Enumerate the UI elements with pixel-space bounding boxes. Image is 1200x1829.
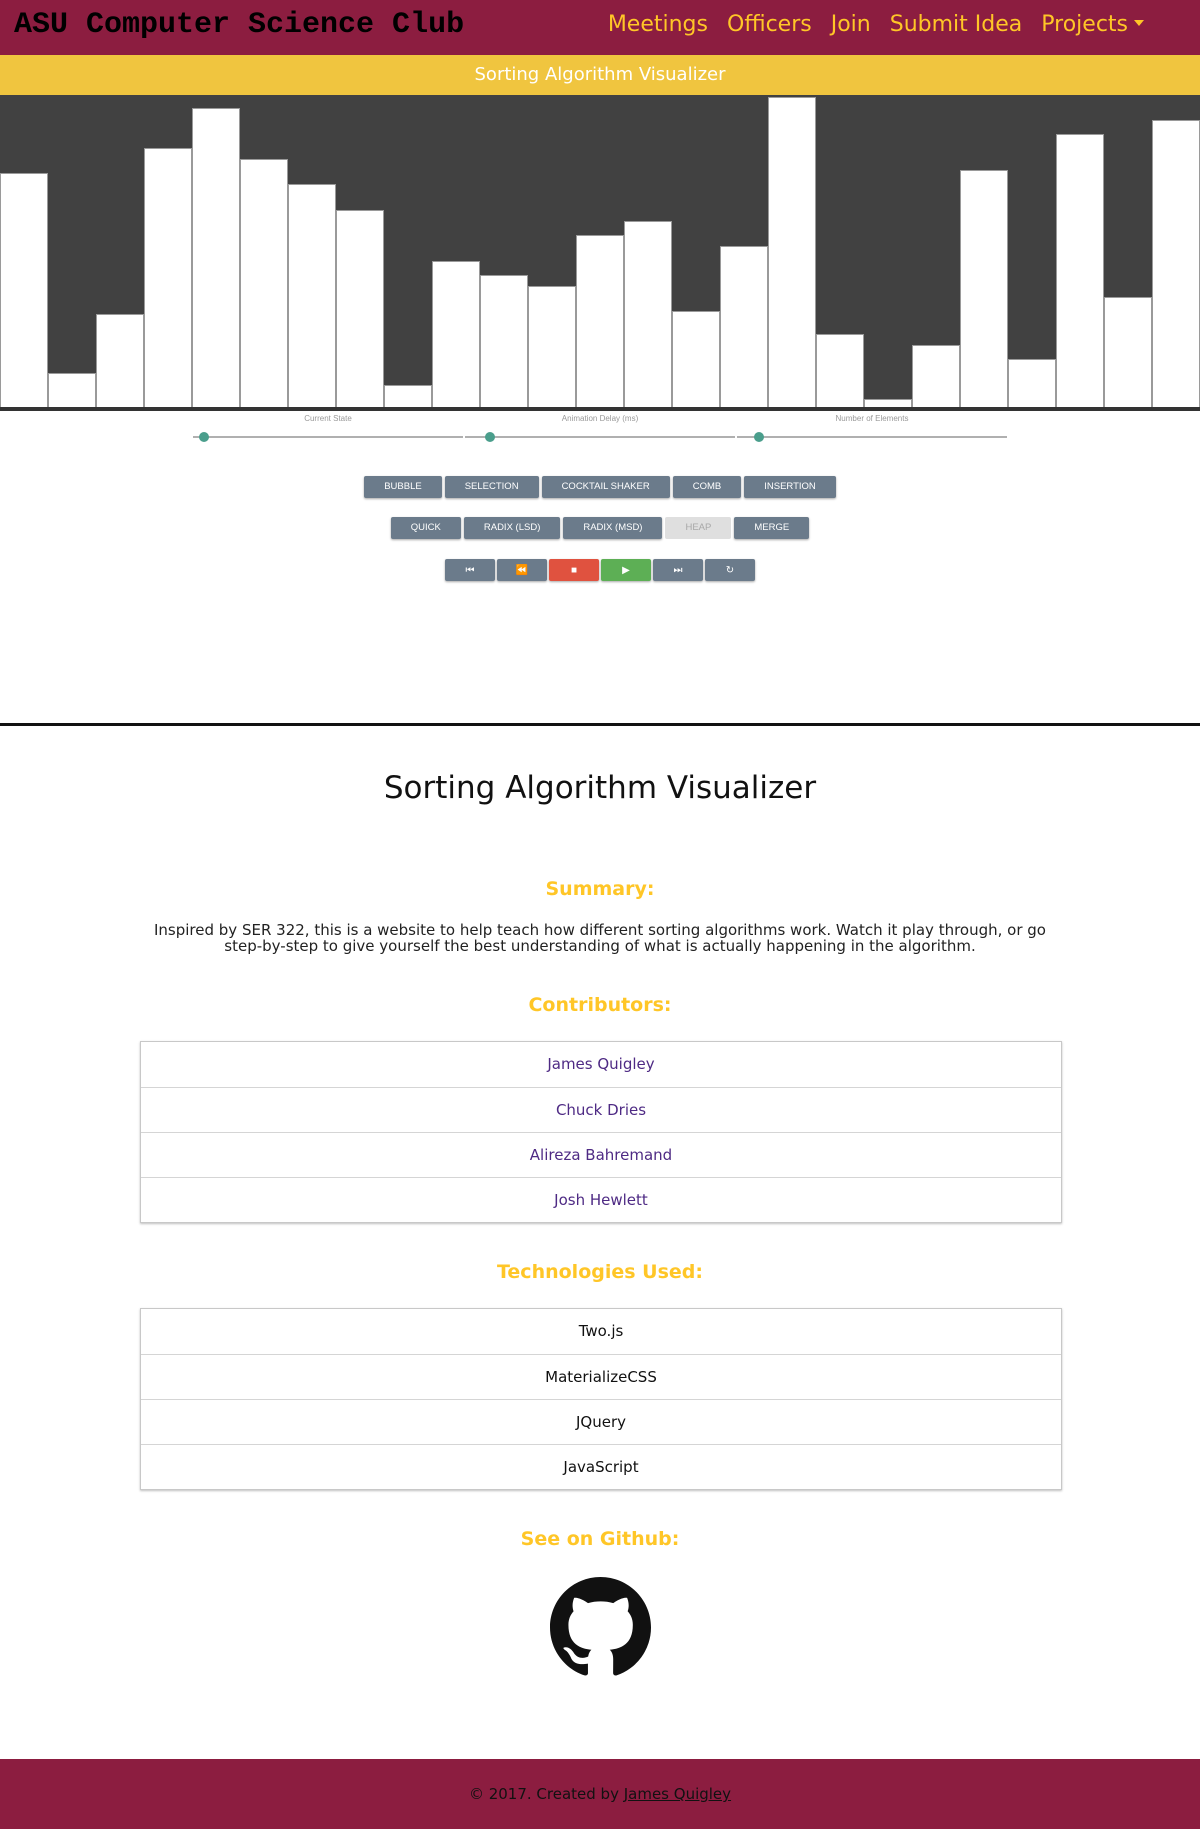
github-icon[interactable] xyxy=(550,1577,651,1678)
bubble-sort-button[interactable]: BUBBLE xyxy=(364,476,442,498)
sort-bar xyxy=(1152,120,1200,410)
slider-thumb[interactable] xyxy=(485,432,495,442)
slider-label: Number of Elements xyxy=(835,414,909,423)
number-of-elements-slider[interactable]: Number of Elements xyxy=(737,413,1007,442)
sort-visualizer-canvas xyxy=(0,95,1200,410)
sort-bar xyxy=(240,159,288,410)
stop-icon: ■ xyxy=(570,564,578,576)
replay-icon: ↻ xyxy=(725,564,735,576)
sort-bar xyxy=(528,286,576,410)
contributor-link[interactable]: Josh Hewlett xyxy=(141,1177,1061,1222)
sort-bar xyxy=(624,221,672,410)
footer-author-link[interactable]: James Quigley xyxy=(624,1785,731,1803)
summary-heading: Summary: xyxy=(545,878,655,900)
rewind-button[interactable]: ⏪ xyxy=(497,559,547,581)
slider-label: Current State xyxy=(304,414,352,423)
brand-title[interactable]: ASU Computer Science Club xyxy=(14,8,464,42)
current-state-slider[interactable]: Current State xyxy=(193,413,463,442)
technology-item: JavaScript xyxy=(141,1444,1061,1489)
insertion-sort-button[interactable]: INSERTION xyxy=(744,476,836,498)
technology-item: MaterializeCSS xyxy=(141,1354,1061,1399)
section-divider xyxy=(0,723,1200,726)
quick-sort-button[interactable]: QUICK xyxy=(390,517,461,539)
contributor-link[interactable]: James Quigley xyxy=(141,1042,1061,1087)
sort-bar xyxy=(1104,297,1152,410)
sort-bar xyxy=(336,210,384,410)
sort-bar xyxy=(0,173,48,410)
technologies-list: Two.js MaterializeCSS JQuery JavaScript xyxy=(140,1308,1062,1490)
sort-bar xyxy=(1008,359,1056,410)
cocktail-shaker-sort-button[interactable]: COCKTAIL SHAKER xyxy=(541,476,670,498)
rewind-icon: ⏪ xyxy=(515,564,529,576)
nav-links: Meetings Officers Join Submit Idea Proje… xyxy=(608,12,1144,37)
contributors-heading: Contributors: xyxy=(528,994,672,1016)
skip-start-button[interactable]: ⏮ xyxy=(445,559,495,581)
technology-item: JQuery xyxy=(141,1399,1061,1444)
slider-track[interactable] xyxy=(465,436,735,438)
algorithm-buttons-row-2: QUICK RADIX (LSD) RADIX (MSD) HEAP MERGE xyxy=(0,517,1200,539)
sort-bar xyxy=(1056,134,1104,410)
sort-bar xyxy=(576,235,624,410)
skip-start-icon: ⏮ xyxy=(465,564,475,576)
sort-bar xyxy=(960,170,1008,410)
sort-bar xyxy=(144,148,192,410)
slider-thumb[interactable] xyxy=(199,432,209,442)
play-icon: ▶ xyxy=(622,564,630,576)
slider-label: Animation Delay (ms) xyxy=(561,414,639,423)
navbar: ASU Computer Science Club Meetings Offic… xyxy=(0,0,1200,55)
page-title: Sorting Algorithm Visualizer xyxy=(383,770,817,806)
merge-sort-button[interactable]: MERGE xyxy=(734,517,810,539)
sort-bar xyxy=(432,261,480,410)
comb-sort-button[interactable]: COMB xyxy=(672,476,742,498)
slider-track[interactable] xyxy=(193,436,463,438)
slider-track[interactable] xyxy=(737,436,1007,438)
sort-bar xyxy=(816,334,864,410)
sort-bar xyxy=(288,184,336,410)
visualizer-baseline xyxy=(0,407,1200,411)
skip-end-icon: ⏭ xyxy=(673,564,683,576)
technologies-heading: Technologies Used: xyxy=(496,1261,703,1283)
replay-button[interactable]: ↻ xyxy=(705,559,755,581)
footer-text: © 2017. Created by xyxy=(468,1785,624,1803)
nav-dropdown-projects[interactable]: Projects xyxy=(1041,12,1144,37)
playback-controls: ⏮ ⏪ ■ ▶ ⏭ ↻ xyxy=(0,559,1200,581)
radix-msd-sort-button[interactable]: RADIX (MSD) xyxy=(563,517,663,539)
stop-button[interactable]: ■ xyxy=(549,559,599,581)
technology-item: Two.js xyxy=(578,1322,624,1340)
summary-text: Inspired by SER 322, this is a website t… xyxy=(154,921,1046,955)
sort-bar xyxy=(720,246,768,410)
contributor-link[interactable]: Alireza Bahremand xyxy=(141,1132,1061,1177)
skip-end-button[interactable]: ⏭ xyxy=(653,559,703,581)
caret-down-icon xyxy=(1134,20,1144,26)
contributors-list: James Quigley Chuck Dries Alireza Bahrem… xyxy=(140,1041,1062,1223)
nav-link-join[interactable]: Join xyxy=(831,12,871,37)
contributor-link[interactable]: Chuck Dries xyxy=(141,1087,1061,1132)
sort-bar xyxy=(768,97,816,410)
nav-link-submit-idea[interactable]: Submit Idea xyxy=(890,12,1023,37)
nav-link-projects: Projects xyxy=(1041,12,1128,37)
github-heading: See on Github: xyxy=(520,1528,680,1550)
algorithm-buttons-row-1: BUBBLE SELECTION COCKTAIL SHAKER COMB IN… xyxy=(0,476,1200,498)
slider-thumb[interactable] xyxy=(754,432,764,442)
sort-bar xyxy=(96,314,144,410)
sort-bar xyxy=(48,373,96,410)
footer: © 2017. Created by James Quigley xyxy=(0,1759,1200,1829)
heap-sort-button: HEAP xyxy=(665,517,732,539)
subheader-title: Sorting Algorithm Visualizer xyxy=(0,55,1200,95)
nav-link-meetings[interactable]: Meetings xyxy=(608,12,708,37)
animation-delay-slider[interactable]: Animation Delay (ms) xyxy=(465,413,735,442)
sort-bar xyxy=(480,275,528,410)
play-button[interactable]: ▶ xyxy=(601,559,651,581)
sort-bar xyxy=(192,108,240,410)
radix-lsd-sort-button[interactable]: RADIX (LSD) xyxy=(463,517,561,539)
selection-sort-button[interactable]: SELECTION xyxy=(444,476,539,498)
sort-bar xyxy=(912,345,960,410)
sort-bar xyxy=(672,311,720,410)
nav-link-officers[interactable]: Officers xyxy=(727,12,812,37)
